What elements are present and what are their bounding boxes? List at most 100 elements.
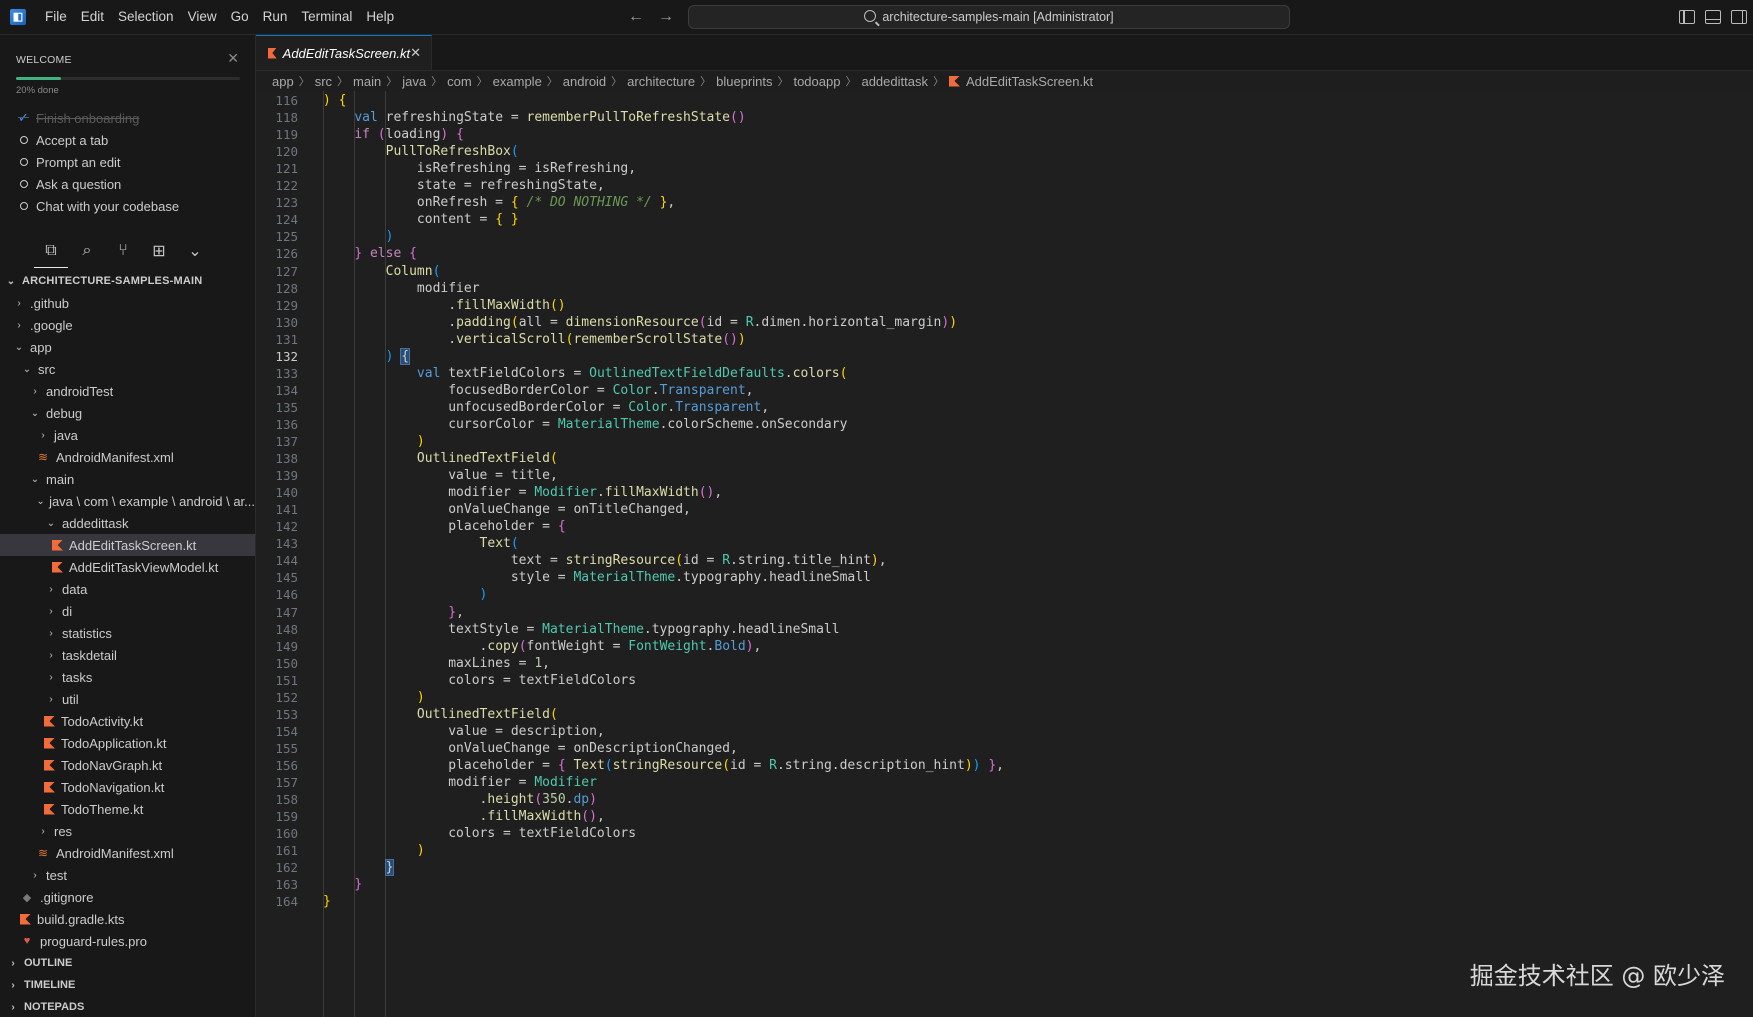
extensions-icon[interactable]: ⊞ xyxy=(150,242,168,260)
sidebar-section-notepads[interactable]: › NOTEPADS xyxy=(0,996,255,1017)
tree-folder[interactable]: ⌄ main xyxy=(0,468,255,490)
tree-file[interactable]: AddEditTaskScreen.kt xyxy=(0,534,255,556)
code-token: Transparent xyxy=(659,382,746,398)
welcome-panel: WELCOME ✕ 20% done ✓ Finish onboarding Acc… xyxy=(0,35,255,235)
layout-controls xyxy=(1679,0,1747,34)
onboarding-item[interactable]: Chat with your codebase xyxy=(18,195,179,217)
breadcrumb-item[interactable]: java xyxy=(402,74,426,89)
menu-file[interactable]: File xyxy=(38,0,74,34)
breadcrumb-item[interactable]: blueprints xyxy=(716,74,772,89)
menu-run[interactable]: Run xyxy=(256,0,295,34)
menu-selection[interactable]: Selection xyxy=(111,0,181,34)
tree-file[interactable]: ≋ AndroidManifest.xml xyxy=(0,842,255,864)
command-center-search[interactable]: architecture-samples-main [Administrator… xyxy=(688,5,1290,29)
kotlin-file-icon xyxy=(948,75,960,87)
menu-view[interactable]: View xyxy=(181,0,224,34)
onboarding-item[interactable]: Prompt an edit xyxy=(18,151,179,173)
menu-terminal[interactable]: Terminal xyxy=(294,0,359,34)
menu-edit[interactable]: Edit xyxy=(74,0,111,34)
tree-folder[interactable]: › data xyxy=(0,578,255,600)
code-token: refreshingState = xyxy=(377,110,527,126)
tree-folder[interactable]: › res xyxy=(0,820,255,842)
breadcrumb-item[interactable]: addedittask xyxy=(861,74,928,89)
code-token: PullToRefreshBox xyxy=(385,144,511,160)
onboarding-item[interactable]: Accept a tab xyxy=(18,129,179,151)
tree-file[interactable]: ◆ .gitignore xyxy=(0,886,255,908)
breadcrumb-item[interactable]: example xyxy=(493,74,542,89)
chevron-down-icon[interactable]: ⌄ xyxy=(186,242,204,260)
tree-folder[interactable]: › statistics xyxy=(0,622,255,644)
breadcrumb-item[interactable]: AddEditTaskScreen.kt xyxy=(966,74,1093,89)
toggle-primary-sidebar-icon[interactable] xyxy=(1679,10,1695,24)
tree-folder[interactable]: › androidTest xyxy=(0,380,255,402)
app-logo-icon: ◧ xyxy=(10,9,26,25)
code-token: Color xyxy=(628,399,668,415)
tree-folder[interactable]: › tasks xyxy=(0,666,255,688)
code-editor[interactable]: 116) {118 val refreshingState = remember… xyxy=(256,91,1753,1017)
code-token: ( xyxy=(549,451,558,467)
code-token: R xyxy=(745,314,754,330)
sidebar-activity-row: ⧉ ⌕ ⑂ ⊞ ⌄ xyxy=(0,235,255,268)
code-token: colors xyxy=(792,365,840,381)
breadcrumb-item[interactable]: android xyxy=(563,74,606,89)
forward-arrow-icon[interactable]: → xyxy=(658,8,674,26)
onboarding-item[interactable]: ✓ Finish onboarding xyxy=(18,107,179,129)
toggle-panel-icon[interactable] xyxy=(1705,10,1721,24)
tree-folder[interactable]: › .google xyxy=(0,314,255,336)
tree-folder[interactable]: › di xyxy=(0,600,255,622)
tree-item-label: AndroidManifest.xml xyxy=(56,449,174,465)
tree-file[interactable]: TodoNavigation.kt xyxy=(0,776,255,798)
tree-folder[interactable]: ⌄ app xyxy=(0,336,255,358)
breadcrumb-item[interactable]: architecture xyxy=(627,74,695,89)
tree-file[interactable]: TodoActivity.kt xyxy=(0,710,255,732)
kotlin-file-icon xyxy=(44,781,55,793)
tree-folder[interactable]: ⌄ debug xyxy=(0,402,255,424)
tree-item-label: debug xyxy=(46,405,83,421)
sidebar-section-timeline[interactable]: › TIMELINE xyxy=(0,974,255,996)
tree-file[interactable]: TodoNavGraph.kt xyxy=(0,754,255,776)
tree-file[interactable]: ♥ proguard-rules.pro xyxy=(0,930,255,952)
code-token: ( xyxy=(839,365,848,381)
code-token: ( xyxy=(432,263,441,279)
code-token: } xyxy=(354,246,363,262)
tree-folder[interactable]: ⌄ addedittask xyxy=(0,512,255,534)
source-control-icon[interactable]: ⑂ xyxy=(114,242,132,260)
tree-folder[interactable]: ⌄ java \ com \ example \ android \ ar... xyxy=(0,490,255,512)
code-line[interactable]: 164} xyxy=(256,892,1753,911)
tree-folder[interactable]: › taskdetail xyxy=(0,644,255,666)
chevron-down-icon: ⌄ xyxy=(30,473,40,485)
breadcrumb-item[interactable]: app xyxy=(272,74,294,89)
search-icon[interactable]: ⌕ xyxy=(78,242,96,260)
onboarding-progress-bar xyxy=(16,77,240,80)
explorer-root[interactable]: ⌄ ARCHITECTURE-SAMPLES-MAIN xyxy=(0,270,255,292)
close-icon[interactable]: ✕ xyxy=(227,50,239,67)
breadcrumb-item[interactable]: com xyxy=(447,74,472,89)
back-arrow-icon[interactable]: ← xyxy=(628,8,644,26)
tree-folder[interactable]: › util xyxy=(0,688,255,710)
tab-addedittaskscreen[interactable]: AddEditTaskScreen.kt ✕ xyxy=(256,35,432,70)
code-token: copy xyxy=(487,638,519,654)
tree-file[interactable]: TodoApplication.kt xyxy=(0,732,255,754)
tree-folder[interactable]: › .github xyxy=(0,292,255,314)
toggle-secondary-sidebar-icon[interactable] xyxy=(1731,10,1747,24)
kotlin-file-icon xyxy=(268,47,277,59)
tree-file[interactable]: build.gradle.kts xyxy=(0,908,255,930)
breadcrumb-item[interactable]: todoapp xyxy=(793,74,840,89)
sidebar-section-outline[interactable]: › OUTLINE xyxy=(0,952,255,974)
menu-go[interactable]: Go xyxy=(224,0,256,34)
close-icon[interactable]: ✕ xyxy=(410,45,421,61)
tree-folder[interactable]: › java xyxy=(0,424,255,446)
tree-file[interactable]: TodoTheme.kt xyxy=(0,798,255,820)
breadcrumb-item[interactable]: main xyxy=(353,74,381,89)
tree-folder[interactable]: ⌄ src xyxy=(0,358,255,380)
tree-file[interactable]: AddEditTaskViewModel.kt xyxy=(0,556,255,578)
explorer-files-icon[interactable]: ⧉ xyxy=(34,242,68,268)
menu-help[interactable]: Help xyxy=(359,0,401,34)
tree-folder[interactable]: › test xyxy=(0,864,255,886)
breadcrumb-item[interactable]: src xyxy=(315,74,332,89)
tree-file[interactable]: ≋ AndroidManifest.xml xyxy=(0,446,255,468)
code-token: .colorScheme.onSecondary xyxy=(659,416,848,432)
onboarding-item[interactable]: Ask a question xyxy=(18,173,179,195)
